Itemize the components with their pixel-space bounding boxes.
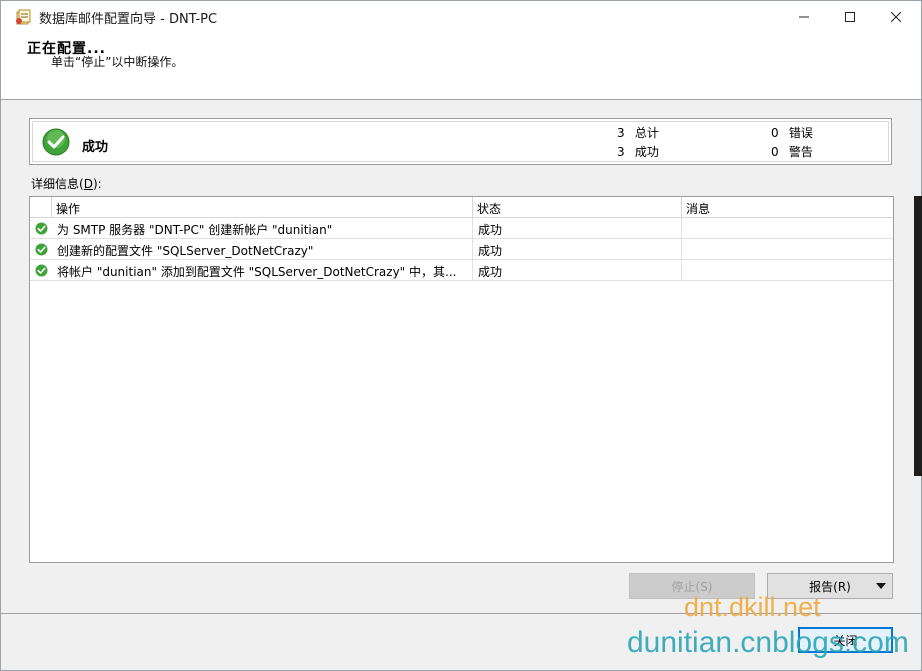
stat-success-count: 3 — [617, 145, 625, 159]
success-check-icon — [42, 128, 70, 156]
page-subtitle: 单击“停止”以中断操作。 — [51, 55, 184, 69]
close-window-button[interactable] — [873, 1, 919, 32]
summary-panel: 成功 3 总计 3 成功 0 错误 0 警告 — [29, 118, 892, 165]
close-icon — [891, 11, 901, 22]
details-label-suffix: ): — [92, 177, 102, 191]
stat-warning: 0 警告 — [771, 143, 813, 160]
row-action: 为 SMTP 服务器 "DNT-PC" 创建新帐户 "dunitian" — [52, 218, 473, 239]
stat-error-count: 0 — [771, 126, 779, 140]
maximize-button[interactable] — [827, 1, 873, 32]
wizard-app-icon — [16, 9, 31, 25]
summary-inner — [32, 121, 889, 162]
stat-error: 0 错误 — [771, 124, 813, 141]
row-status: 成功 — [473, 239, 682, 260]
row-message — [682, 239, 893, 260]
row-message — [682, 218, 893, 239]
summary-status: 成功 — [82, 140, 109, 155]
success-check-icon — [35, 264, 48, 277]
column-header-status[interactable]: 状态 — [473, 197, 682, 218]
row-status: 成功 — [473, 218, 682, 239]
stat-total-count: 3 — [617, 126, 625, 140]
stat-success-label: 成功 — [634, 145, 659, 159]
wizard-header: 正在配置... 单击“停止”以中断操作。 — [1, 32, 921, 100]
row-action: 创建新的配置文件 "SQLServer_DotNetCrazy" — [52, 239, 473, 260]
table-row[interactable]: 为 SMTP 服务器 "DNT-PC" 创建新帐户 "dunitian" 成功 — [30, 218, 893, 239]
stat-total: 3 总计 — [617, 124, 659, 141]
minimize-icon — [799, 16, 809, 17]
column-header-action[interactable]: 操作 — [52, 197, 473, 218]
stat-success: 3 成功 — [617, 143, 659, 160]
column-header-message[interactable]: 消息 — [682, 197, 893, 218]
row-status: 成功 — [473, 260, 682, 281]
row-message — [682, 260, 893, 281]
stat-warning-label: 警告 — [788, 145, 813, 159]
stat-warning-count: 0 — [771, 145, 779, 159]
row-action: 将帐户 "dunitian" 添加到配置文件 "SQLServer_DotNet… — [52, 260, 473, 281]
details-grid[interactable]: 操作 状态 消息 为 SMTP 服务器 "DNT-PC" 创建新帐户 "duni… — [29, 196, 894, 563]
grid-header-icon-col — [30, 197, 52, 218]
details-label: 详细信息(D): — [31, 175, 102, 192]
table-row[interactable]: 将帐户 "dunitian" 添加到配置文件 "SQLServer_DotNet… — [30, 260, 893, 281]
title-bar[interactable]: 数据库邮件配置向导 - DNT-PC — [1, 1, 921, 32]
table-row[interactable]: 创建新的配置文件 "SQLServer_DotNetCrazy" 成功 — [30, 239, 893, 260]
background-window-edge — [914, 196, 922, 476]
watermark-line-1: dnt.dkill.net — [684, 592, 821, 622]
success-check-icon — [35, 243, 48, 256]
stat-error-label: 错误 — [788, 126, 813, 140]
details-label-prefix: 详细信息( — [31, 177, 84, 191]
grid-header: 操作 状态 消息 — [30, 197, 893, 218]
wizard-window: 数据库邮件配置向导 - DNT-PC 正在配置... 单击“停止”以中断操作。 … — [0, 0, 922, 671]
stat-total-label: 总计 — [634, 126, 659, 140]
minimize-button[interactable] — [781, 1, 827, 32]
window-title: 数据库邮件配置向导 - DNT-PC — [39, 12, 218, 27]
details-label-mnemonic: D — [83, 177, 93, 191]
success-check-icon — [35, 222, 48, 235]
maximize-icon — [845, 11, 855, 22]
chevron-down-icon[interactable] — [876, 583, 886, 589]
watermark-line-2: dunitian.cnblogs.com — [627, 626, 909, 659]
